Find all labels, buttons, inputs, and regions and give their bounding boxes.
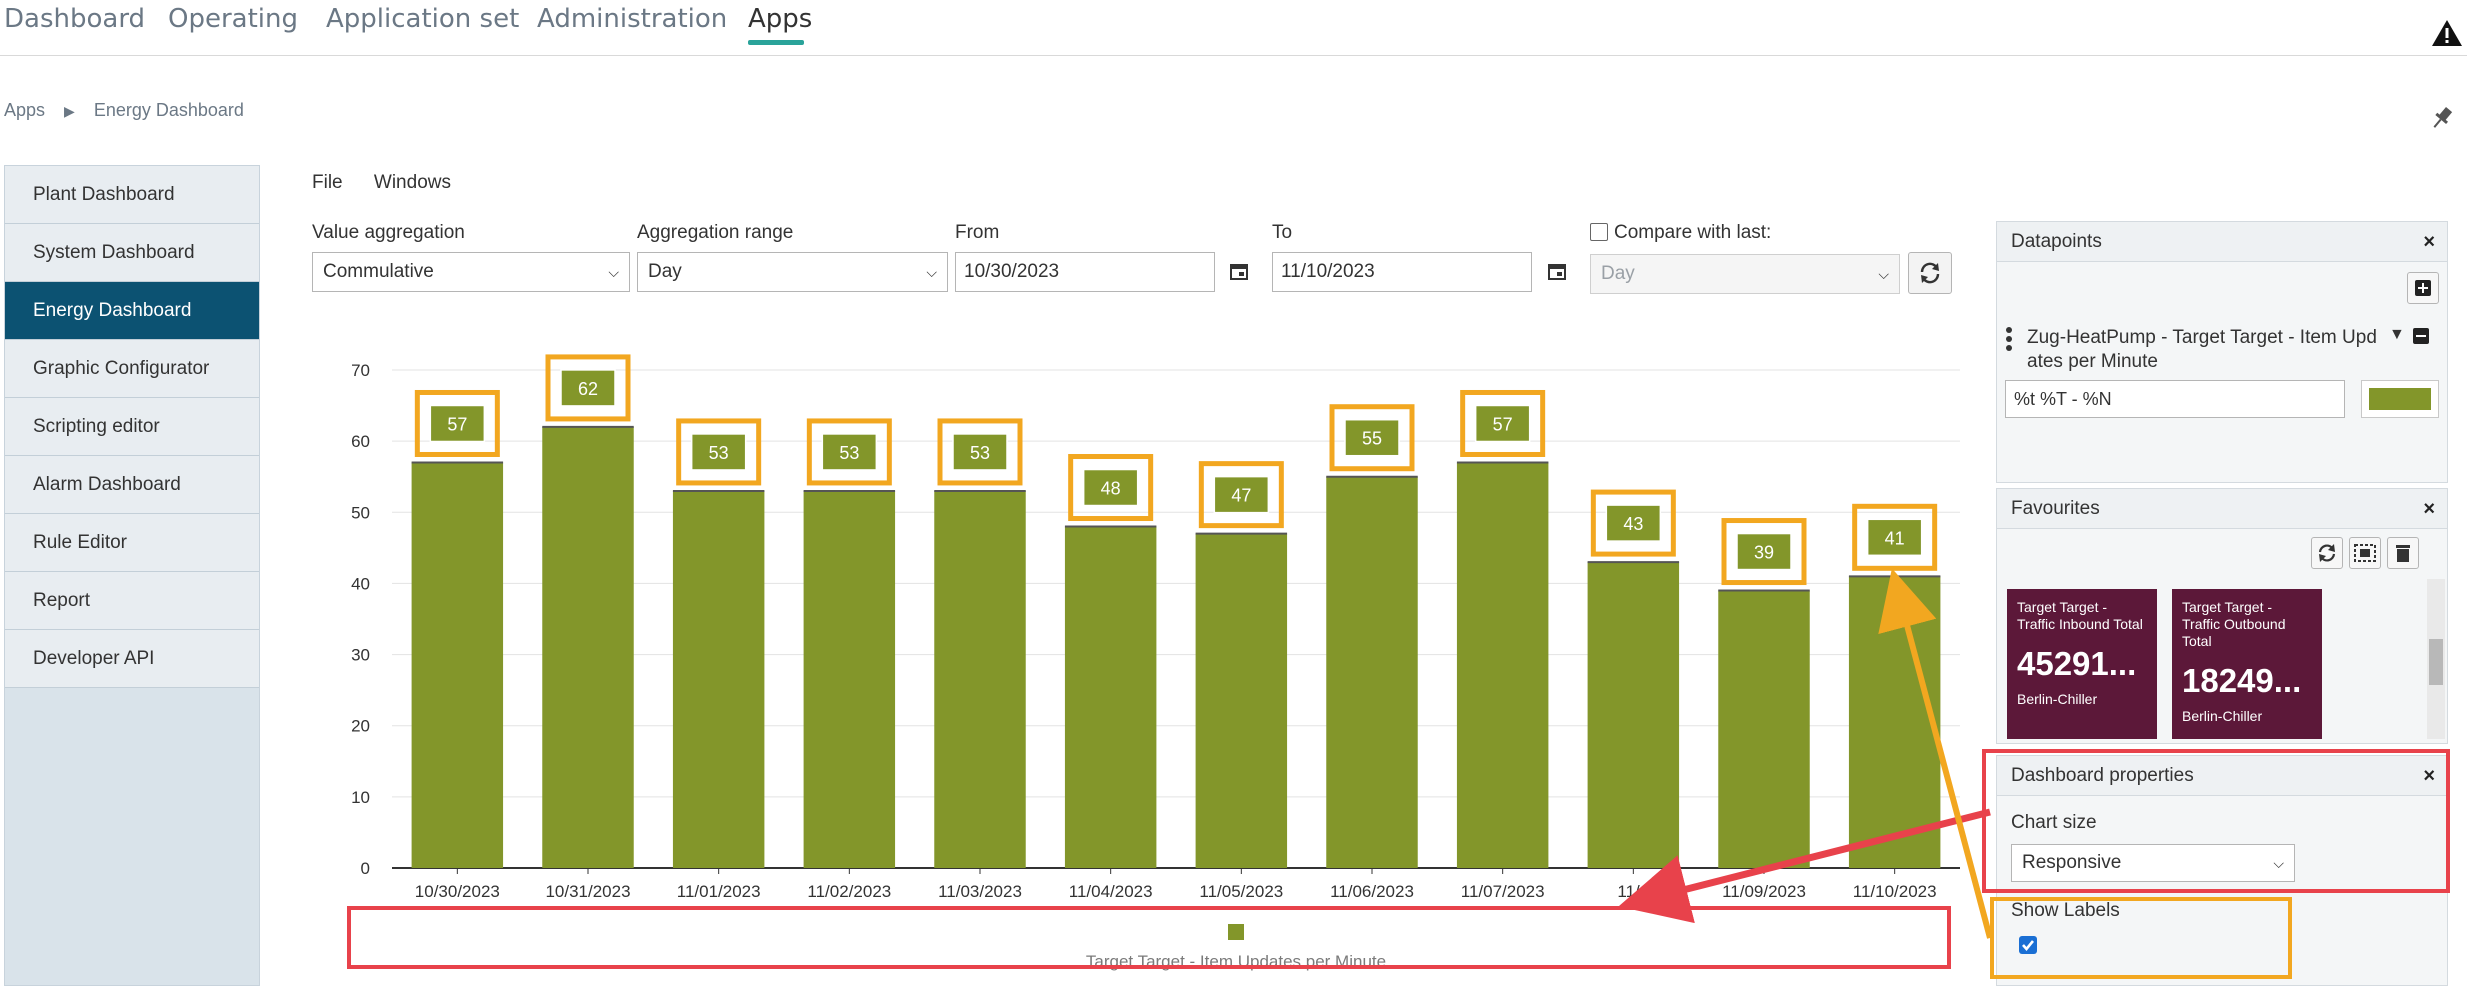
annotation-arrow-red (1618, 808, 1991, 924)
annotation-arrow-orange (1878, 568, 1993, 939)
annotation-arrows (1618, 568, 1993, 939)
